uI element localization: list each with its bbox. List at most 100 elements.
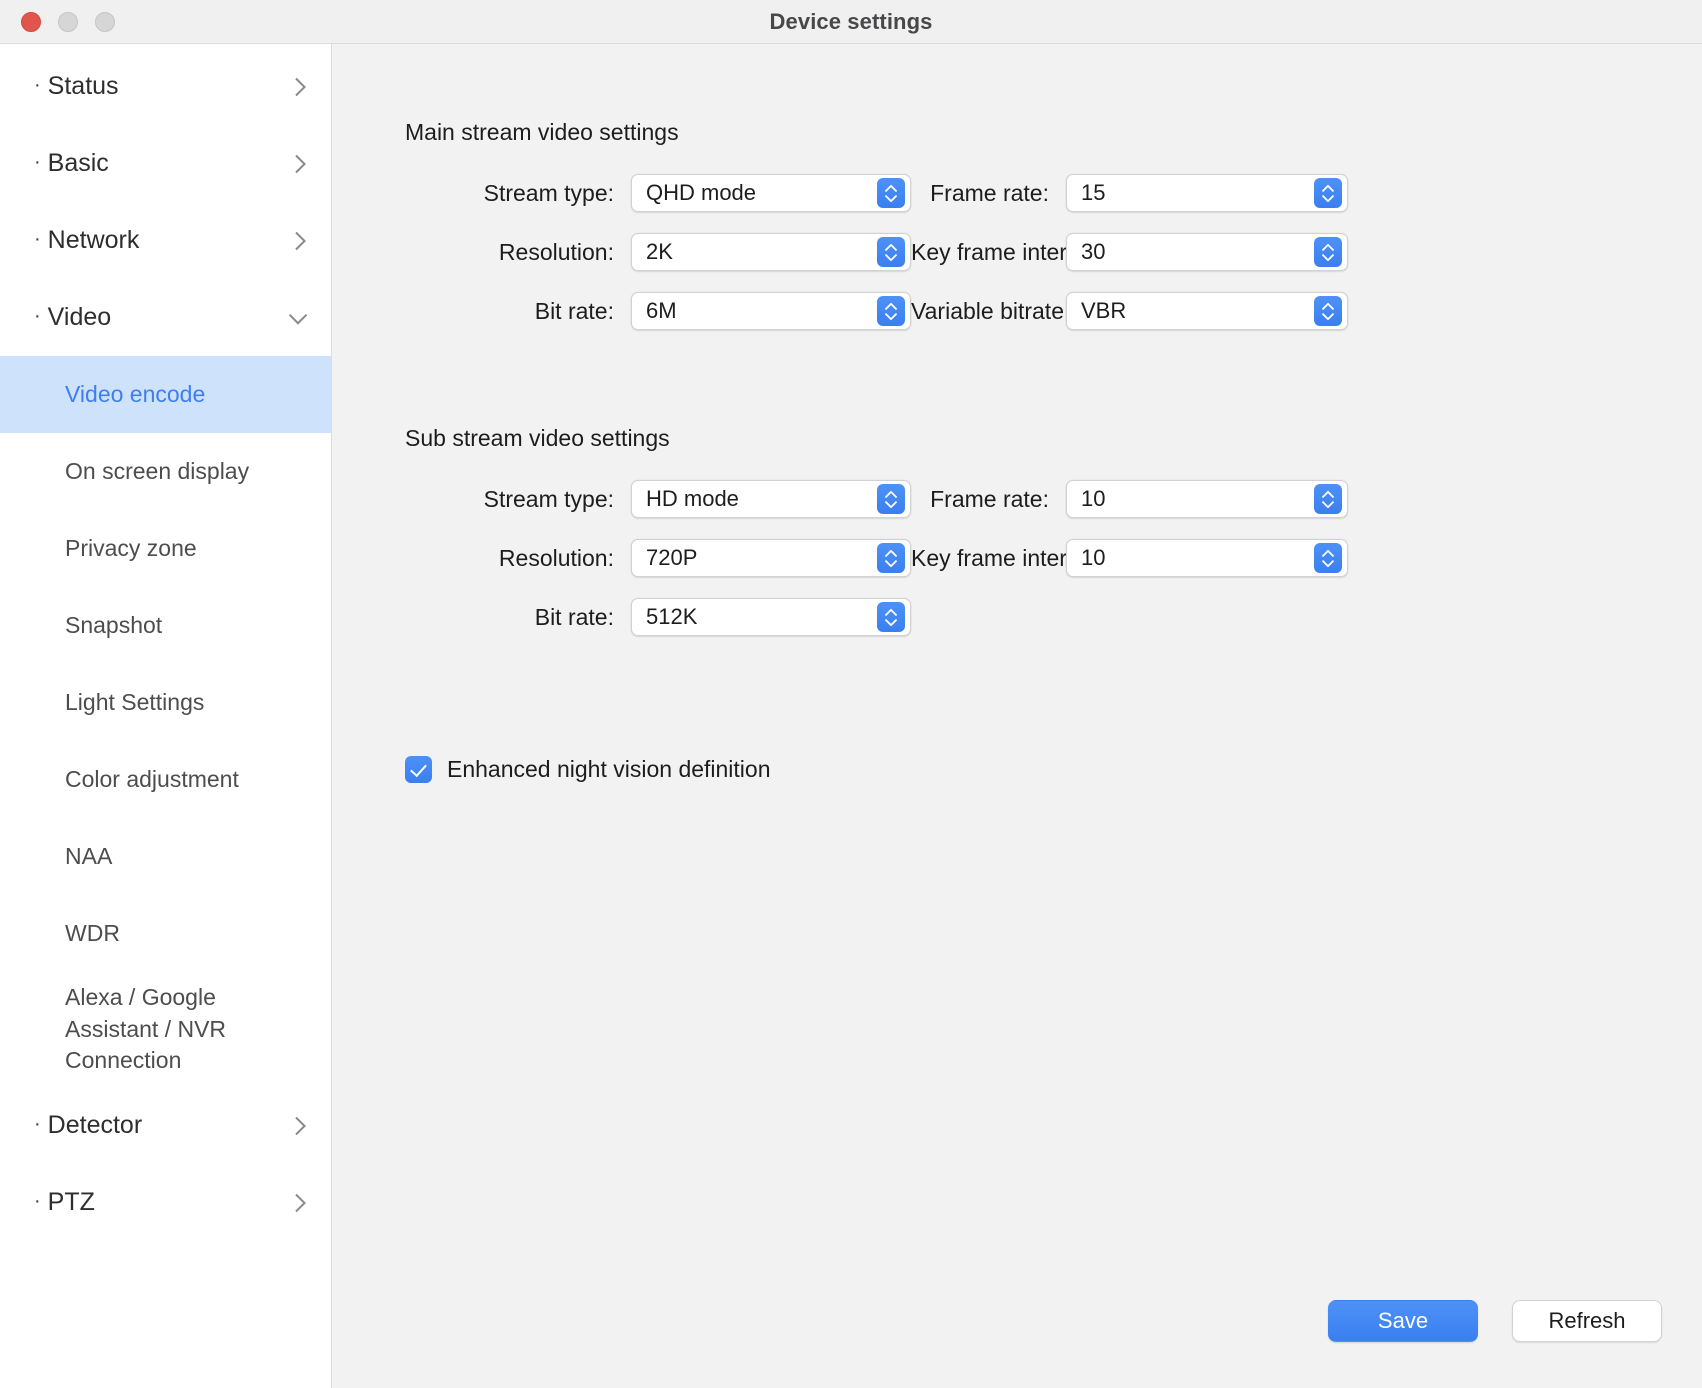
chevron-right-icon xyxy=(287,230,309,252)
sub-bit-rate-value: 512K xyxy=(646,604,697,630)
sub-key-frame-interval-value: 10 xyxy=(1081,545,1105,571)
sidebar-item-basic[interactable]: ·Basic xyxy=(0,125,331,202)
stepper-up-down-icon[interactable] xyxy=(877,484,905,514)
bullet-icon: · xyxy=(34,228,41,250)
stepper-up-down-icon[interactable] xyxy=(877,296,905,326)
stepper-up-down-icon[interactable] xyxy=(1314,178,1342,208)
sidebar-item-color-adjustment[interactable]: Color adjustment xyxy=(0,741,331,818)
sidebar-item-ptz[interactable]: ·PTZ xyxy=(0,1164,331,1241)
nav-group-detector: ·Detector xyxy=(0,1087,331,1164)
zoom-window-icon[interactable] xyxy=(95,12,115,32)
enhanced-night-vision-checkbox[interactable] xyxy=(405,756,432,783)
main-stream-section: Main stream video settings Stream type: … xyxy=(332,44,1702,330)
sidebar-item-privacy-zone[interactable]: Privacy zone xyxy=(0,510,331,587)
save-button[interactable]: Save xyxy=(1328,1300,1478,1342)
sidebar-item-on-screen-display[interactable]: On screen display xyxy=(0,433,331,510)
close-window-icon[interactable] xyxy=(21,12,41,32)
sidebar-item-ptz-label: ·PTZ xyxy=(34,1188,95,1217)
main-variable-bitrate-select[interactable]: VBR xyxy=(1066,292,1348,330)
sidebar-item-video-label: ·Video xyxy=(34,303,111,332)
sidebar-item-status-label: ·Status xyxy=(34,72,119,101)
stepper-up-down-icon[interactable] xyxy=(877,543,905,573)
sub-key-frame-interval-label: Key frame interval: xyxy=(911,545,1066,572)
sidebar-item-network[interactable]: ·Network xyxy=(0,202,331,279)
traffic-light-controls xyxy=(0,12,115,32)
sub-frame-rate-select[interactable]: 10 xyxy=(1066,480,1348,518)
stepper-up-down-icon[interactable] xyxy=(877,602,905,632)
nav-group-video: ·Video Video encode On screen display Pr… xyxy=(0,279,331,1087)
main-frame-rate-select[interactable]: 15 xyxy=(1066,174,1348,212)
stepper-up-down-icon[interactable] xyxy=(877,237,905,267)
sub-stream-type-select[interactable]: HD mode xyxy=(631,480,911,518)
sidebar-item-alexa-google-assistant-nvr-connection[interactable]: Alexa / Google Assistant / NVR Connectio… xyxy=(0,972,300,1087)
bullet-icon: · xyxy=(34,1113,41,1135)
sub-bit-rate-select[interactable]: 512K xyxy=(631,598,911,636)
sub-resolution-value: 720P xyxy=(646,545,697,571)
main-resolution-select[interactable]: 2K xyxy=(631,233,911,271)
stepper-up-down-icon[interactable] xyxy=(877,178,905,208)
sub-stream-field-grid: Stream type: HD mode Frame rate: 10 xyxy=(405,480,1702,636)
main-key-frame-interval-label: Key frame interval: xyxy=(911,239,1066,266)
minimize-window-icon[interactable] xyxy=(58,12,78,32)
chevron-right-icon xyxy=(287,76,309,98)
enhanced-night-vision-label: Enhanced night vision definition xyxy=(447,756,771,783)
sub-frame-rate-value: 10 xyxy=(1081,486,1105,512)
bullet-icon: · xyxy=(34,305,41,327)
refresh-button[interactable]: Refresh xyxy=(1512,1300,1662,1342)
main-resolution-value: 2K xyxy=(646,239,673,265)
chevron-right-icon xyxy=(287,153,309,175)
nav-group-basic: ·Basic xyxy=(0,125,331,202)
main-stream-section-title: Main stream video settings xyxy=(405,119,1702,146)
window-body: ·Status ·Basic ·Network ·Video xyxy=(0,44,1702,1388)
bullet-icon: · xyxy=(34,74,41,96)
action-button-bar: Save Refresh xyxy=(332,1300,1702,1388)
main-key-frame-interval-value: 30 xyxy=(1081,239,1105,265)
main-resolution-label: Resolution: xyxy=(405,239,631,266)
enhanced-night-vision-row[interactable]: Enhanced night vision definition xyxy=(332,756,1702,783)
main-bit-rate-value: 6M xyxy=(646,298,677,324)
main-key-frame-interval-select[interactable]: 30 xyxy=(1066,233,1348,271)
bullet-icon: · xyxy=(34,151,41,173)
window-title: Device settings xyxy=(0,9,1702,35)
sub-key-frame-interval-select[interactable]: 10 xyxy=(1066,539,1348,577)
sidebar-item-snapshot[interactable]: Snapshot xyxy=(0,587,331,664)
sidebar-item-status[interactable]: ·Status xyxy=(0,48,331,125)
settings-content-pane: Main stream video settings Stream type: … xyxy=(332,44,1702,1388)
sidebar-item-network-label: ·Network xyxy=(34,226,139,255)
sidebar-item-video[interactable]: ·Video xyxy=(0,279,331,356)
stepper-up-down-icon[interactable] xyxy=(1314,484,1342,514)
sub-frame-rate-label: Frame rate: xyxy=(911,486,1066,513)
title-bar: Device settings xyxy=(0,0,1702,44)
sub-stream-type-value: HD mode xyxy=(646,486,739,512)
sub-resolution-select[interactable]: 720P xyxy=(631,539,911,577)
sidebar-item-basic-label: ·Basic xyxy=(34,149,109,178)
stepper-up-down-icon[interactable] xyxy=(1314,543,1342,573)
main-bit-rate-label: Bit rate: xyxy=(405,298,631,325)
sidebar-item-wdr[interactable]: WDR xyxy=(0,895,331,972)
main-frame-rate-value: 15 xyxy=(1081,180,1105,206)
sub-stream-section: Sub stream video settings Stream type: H… xyxy=(332,330,1702,636)
sub-bit-rate-label: Bit rate: xyxy=(405,604,631,631)
main-stream-field-grid: Stream type: QHD mode Frame rate: 15 xyxy=(405,174,1702,330)
main-stream-type-value: QHD mode xyxy=(646,180,756,206)
main-variable-bitrate-label: Variable bitrate: xyxy=(911,298,1066,325)
chevron-right-icon xyxy=(287,1115,309,1137)
sub-stream-section-title: Sub stream video settings xyxy=(405,425,1702,452)
stepper-up-down-icon[interactable] xyxy=(1314,237,1342,267)
device-settings-window: Device settings ·Status ·Basic ·Network xyxy=(0,0,1702,1388)
main-stream-type-select[interactable]: QHD mode xyxy=(631,174,911,212)
chevron-down-icon xyxy=(287,307,309,329)
main-stream-type-label: Stream type: xyxy=(405,180,631,207)
sub-stream-type-label: Stream type: xyxy=(405,486,631,513)
bullet-icon: · xyxy=(34,1190,41,1212)
main-bit-rate-select[interactable]: 6M xyxy=(631,292,911,330)
sidebar-item-video-encode[interactable]: Video encode xyxy=(0,356,331,433)
sidebar-item-detector[interactable]: ·Detector xyxy=(0,1087,331,1164)
sub-resolution-label: Resolution: xyxy=(405,545,631,572)
main-variable-bitrate-value: VBR xyxy=(1081,298,1126,324)
sidebar-item-light-settings[interactable]: Light Settings xyxy=(0,664,331,741)
main-frame-rate-label: Frame rate: xyxy=(911,180,1066,207)
sidebar-item-naa[interactable]: NAA xyxy=(0,818,331,895)
chevron-right-icon xyxy=(287,1192,309,1214)
stepper-up-down-icon[interactable] xyxy=(1314,296,1342,326)
